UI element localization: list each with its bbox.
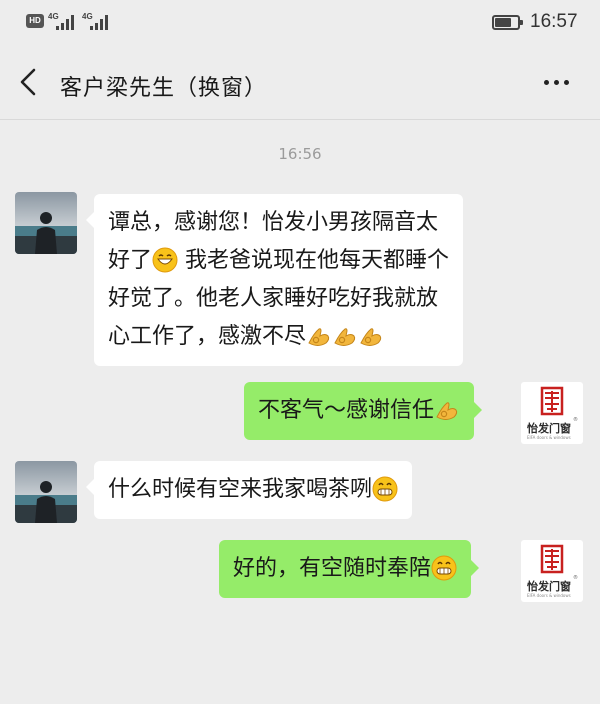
signal-icon: 4G (82, 12, 112, 32)
more-button[interactable] (536, 70, 576, 94)
brand-seal-logo (540, 386, 564, 416)
clock-time: 16:57 (530, 11, 578, 32)
message-bubble-outgoing[interactable]: 好的，有空随时奉陪 (219, 540, 480, 598)
battery-level (495, 18, 511, 27)
registered-mark: ® (573, 575, 578, 581)
ok-hand-emoji-icon (436, 402, 458, 420)
brand-subtext: EIFA doors & windows (527, 435, 571, 440)
status-bar: HD 4G 4G 16:57 (0, 0, 600, 46)
chat-title: 客户梁先生（换窗） (60, 76, 268, 101)
message-line: 好了 (108, 248, 153, 273)
message-line: 好觉了。他老人家睡好吃好我就放 (108, 286, 439, 311)
message-line: 谭总，感谢您！怡发小男孩隔音太 (108, 210, 439, 235)
chat-header: 客户梁先生（换窗） (0, 46, 600, 120)
message-bubble-outgoing[interactable]: 不客气～感谢信任 (244, 382, 483, 440)
message-line: 我老爸说现在他每天都睡个 (185, 248, 450, 273)
message-text: 好的，有空随时奉陪 (233, 556, 432, 581)
hd-badge: HD (26, 14, 44, 28)
brand-name: 怡发门窗 (527, 422, 571, 435)
chat-area[interactable]: 16:56 谭总，感谢您！怡发小男孩隔音太 好了 我老爸说现在他每天都睡个 好觉… (0, 121, 600, 704)
message-bubble-incoming[interactable]: 什么时候有空来我家喝茶咧 (85, 461, 413, 519)
contact-avatar[interactable] (15, 461, 77, 523)
message-text: 什么时候有空来我家喝茶咧 (108, 477, 373, 502)
back-button[interactable] (12, 60, 52, 104)
ok-hand-emoji-icon (308, 328, 330, 346)
message-line: 心工作了，感激不尽 (108, 324, 307, 349)
grin-emoji-icon (431, 555, 457, 581)
message-timestamp: 16:56 (278, 145, 322, 163)
signal-icon: 4G (48, 12, 78, 32)
registered-mark: ® (573, 417, 578, 423)
grin-emoji-icon (372, 476, 398, 502)
smile-emoji-icon (152, 247, 178, 273)
message-bubble-incoming[interactable]: 谭总，感谢您！怡发小男孩隔音太 好了 我老爸说现在他每天都睡个 好觉了。他老人家… (85, 194, 464, 366)
message-text: 不客气～感谢信任 (258, 398, 435, 423)
ok-hand-emoji-icon (334, 328, 356, 346)
brand-subtext: EIFA doors & windows (527, 593, 571, 598)
contact-avatar[interactable] (15, 192, 77, 254)
brand-name: 怡发门窗 (527, 580, 571, 593)
self-avatar[interactable]: 怡发门窗 ® EIFA doors & windows (521, 540, 583, 602)
ok-hand-emoji-icon (360, 328, 382, 346)
self-avatar[interactable]: 怡发门窗 ® EIFA doors & windows (521, 382, 583, 444)
battery-icon (492, 15, 523, 30)
brand-seal-logo (540, 544, 564, 574)
chevron-left-icon (20, 68, 36, 96)
